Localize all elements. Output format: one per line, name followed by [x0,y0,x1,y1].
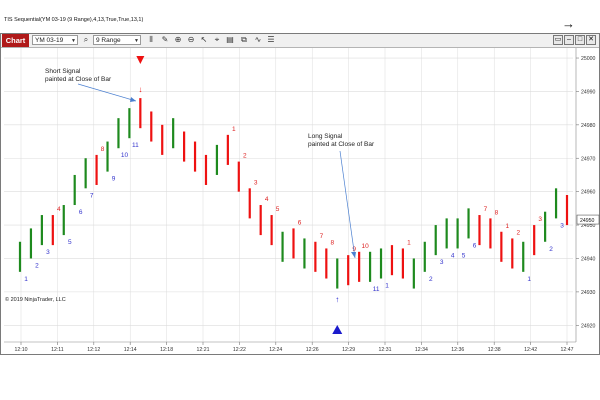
setup-count-label: 11 [373,286,380,293]
x-tick-label: 12:31 [379,347,392,353]
x-tick-label: 12:10 [15,347,28,353]
x-tick-label: 12:14 [124,347,137,353]
price-axis: 25000 24990 24980 24970 24960 24950 24940 24930… [575,48,600,342]
time-axis: 12:10 12:11 12:12 12:14 12:18 12:21 12:22 12:24… [4,341,576,353]
setup-count-label: 5 [462,252,466,259]
short-annotation-pointer [77,83,137,102]
setup-count-label: 8 [101,146,105,153]
x-tick-label: 12:24 [269,347,282,353]
setup-count-label: 1 [407,239,411,246]
x-tick-label: 12:34 [415,347,428,353]
y-tick-label: 25000 [581,56,596,62]
x-tick-label: 12:29 [342,347,355,353]
down-arrow-icon: ↓ [138,85,142,94]
y-tick-label: 24990 [581,89,596,95]
setup-count-label: 6 [473,242,477,249]
short-note-line2: painted at Close of Bar [45,76,112,83]
bars-layer [18,98,569,289]
x-tick-label: 12:42 [524,347,537,353]
y-tick-label: 24980 [581,123,596,129]
x-tick-label: 12:11 [51,347,64,353]
x-tick-label: 12:38 [488,347,501,353]
long-signal-note: Long Signal painted at Close of Bar [308,133,374,149]
count-labels-layer: 1234567891011123456789 1011 11234 567 812132… [24,126,564,293]
setup-count-label: 4 [57,206,61,213]
setup-count-label: 2 [35,262,39,269]
price-chart[interactable]: 1234567891011123456789 1011 11234 567 812132… [0,0,600,400]
setup-count-label: 1 [385,283,389,290]
setup-count-label: 3 [538,216,542,223]
setup-count-label: 7 [320,233,324,240]
pointer-arrowhead [130,97,136,102]
setup-count-label: 6 [298,219,302,226]
setup-count-label: 1 [527,276,531,283]
setup-count-label: 5 [276,206,280,213]
setup-count-label: 1 [24,276,28,283]
long-note-line2: painted at Close of Bar [308,141,375,148]
long-note-line1: Long Signal [308,133,343,140]
setup-count-label: 10 [121,152,129,159]
up-arrow-icon: ↑ [335,295,339,304]
setup-count-label: 2 [243,153,247,160]
y-tick-label: 24940 [581,256,596,262]
setup-count-label: 6 [79,209,83,216]
y-tick-label: 24920 [581,323,596,329]
short-signal-note: Short Signal painted at Close of Bar [45,68,111,84]
setup-count-label: 3 [254,179,258,186]
signals-layer: ↓↑ [77,56,356,334]
long-annotation-pointer [339,150,356,259]
setup-count-label: 4 [265,196,269,203]
setup-count-label: 4 [451,252,455,259]
copyright-text: © 2019 NinjaTrader, LLC [5,297,66,303]
setup-count-label: 9 [112,176,116,183]
setup-count-label: 5 [68,239,72,246]
x-tick-label: 12:12 [87,347,100,353]
x-tick-label: 12:22 [233,347,246,353]
x-tick-label: 12:47 [561,347,574,353]
current-price-label: 24950 [580,218,595,224]
setup-count-label: 3 [46,249,50,256]
setup-count-label: 10 [362,243,370,250]
pointer-arrowhead [351,252,356,258]
setup-count-label: 7 [90,192,94,199]
setup-count-label: 2 [516,229,520,236]
x-tick-label: 12:26 [306,347,319,353]
setup-count-label: 7 [484,206,488,213]
x-tick-label: 12:36 [451,347,464,353]
y-tick-label: 24970 [581,156,596,162]
setup-count-label: 1 [232,126,236,133]
long-signal-marker [332,325,343,334]
y-tick-label: 24960 [581,190,596,196]
y-tick-label: 24930 [581,290,596,296]
short-signal-marker [136,56,145,64]
setup-count-label: 3 [440,259,444,266]
x-tick-label: 12:18 [160,347,173,353]
setup-count-label: 2 [429,276,433,283]
setup-count-label: 8 [331,239,335,246]
setup-count-label: 2 [549,246,553,253]
x-tick-label: 12:21 [197,347,210,353]
setup-count-label: 11 [132,142,139,149]
setup-count-label: 8 [495,209,499,216]
setup-count-label: 3 [560,222,564,229]
short-note-line1: Short Signal [45,68,81,75]
setup-count-label: 1 [506,223,510,230]
